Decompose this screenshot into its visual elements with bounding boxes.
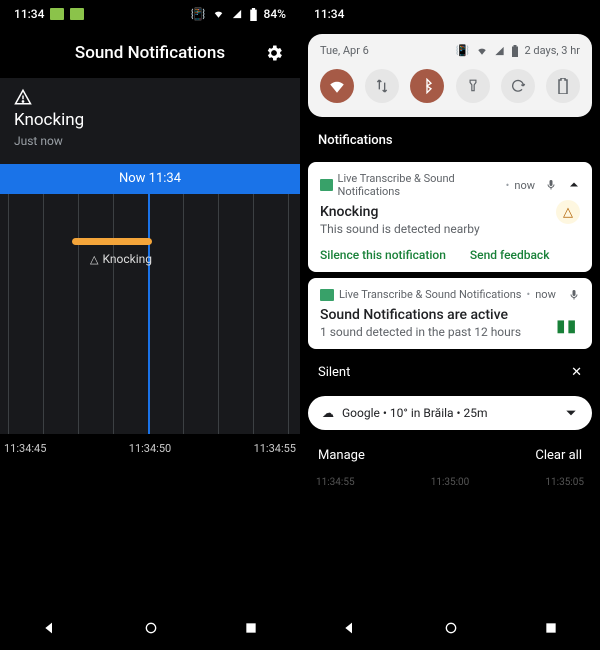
status-bar: 11:34 (300, 0, 600, 28)
phone-left: 11:34 📳 84% Sound Notifications K (0, 0, 300, 650)
event-time: Just now (14, 134, 286, 148)
status-clock: 11:34 (314, 7, 344, 21)
alert-icon (14, 88, 286, 106)
notif-time: now (514, 179, 535, 192)
notif-title: Sound Notifications are active (320, 307, 580, 323)
action-silence[interactable]: Silence this notification (320, 248, 446, 262)
collapse-icon[interactable] (568, 179, 580, 191)
battery-percent: 84% (264, 7, 286, 21)
expand-icon[interactable] (564, 406, 578, 420)
qs-tile-data[interactable] (365, 69, 399, 103)
app-icon (320, 179, 333, 191)
notification-card[interactable]: Live Transcribe & Sound Notifications • … (308, 278, 592, 349)
silent-section: Silent ✕ (300, 355, 600, 390)
nav-home-button[interactable] (443, 620, 459, 636)
nav-recent-button[interactable] (544, 621, 558, 635)
qs-date: Tue, Apr 6 (320, 44, 369, 57)
clear-all-button[interactable]: Clear all (535, 448, 582, 463)
timeline[interactable]: △Knocking (0, 194, 300, 434)
app-icon (320, 289, 334, 301)
transcribe-icon (50, 8, 64, 20)
settings-button[interactable] (264, 43, 284, 63)
nav-bar (0, 606, 300, 650)
action-feedback[interactable]: Send feedback (470, 248, 550, 262)
notif-app-name: Live Transcribe & Sound Notifications (338, 172, 501, 198)
notif-time: now (535, 288, 556, 301)
qs-tile-battery-saver[interactable] (546, 69, 580, 103)
background-axis: 11:34:55 11:35:00 11:35:05 (300, 475, 600, 490)
now-marker[interactable]: Now 11:34 (0, 164, 300, 194)
manage-button[interactable]: Manage (318, 448, 365, 463)
google-weather-card[interactable]: ☁ Google • 10° in Brăila • 25m (308, 396, 592, 430)
page-title: Sound Notifications (75, 43, 225, 63)
qs-tile-flashlight[interactable] (456, 69, 490, 103)
notif-body: This sound is detected nearby (320, 222, 580, 236)
qs-tile-autorotate[interactable] (501, 69, 535, 103)
close-icon[interactable]: ✕ (571, 365, 582, 380)
vibrate-icon: 📳 (456, 44, 470, 57)
axis-tick: 11:34:45 (4, 442, 46, 455)
wifi-icon (212, 9, 225, 19)
qs-tile-bluetooth[interactable] (410, 69, 444, 103)
cloud-icon: ☁ (322, 406, 334, 420)
mic-icon (568, 289, 580, 301)
google-card-text: Google • 10° in Brăila • 25m (342, 406, 488, 420)
vibrate-icon: 📳 (191, 7, 206, 21)
status-clock: 11:34 (14, 7, 44, 21)
notif-app-name: Live Transcribe & Sound Notifications (339, 288, 522, 301)
notification-shade[interactable]: 11:34 Tue, Apr 6 📳 2 days, 3 hr (300, 0, 600, 606)
event-bar-label: △Knocking (90, 252, 152, 266)
qs-tile-wifi[interactable] (320, 69, 354, 103)
app-header: Sound Notifications (0, 28, 300, 78)
mic-icon (545, 179, 557, 191)
phone-right: 11:34 Tue, Apr 6 📳 2 days, 3 hr (300, 0, 600, 650)
event-name: Knocking (14, 110, 286, 130)
nav-bar (300, 606, 600, 650)
qs-battery-text: 2 days, 3 hr (525, 44, 581, 57)
axis-tick: 11:34:50 (129, 442, 171, 455)
wifi-icon (476, 46, 488, 56)
status-bar: 11:34 📳 84% (0, 0, 300, 28)
notifications-header: Notifications (300, 125, 600, 156)
nav-home-button[interactable] (143, 620, 159, 636)
notif-body: 1 sound detected in the past 12 hours (320, 325, 580, 339)
axis-tick: 11:34:55 (254, 442, 296, 455)
notification-card[interactable]: Live Transcribe & Sound Notifications • … (308, 162, 592, 272)
alert-icon: △ (556, 200, 580, 224)
nav-back-button[interactable] (342, 620, 358, 636)
battery-icon (511, 45, 519, 57)
notif-title: Knocking (320, 204, 580, 220)
alert-icon: △ (90, 253, 98, 266)
pause-icon[interactable]: ▮▮ (556, 316, 578, 335)
event-bar (72, 238, 152, 245)
detected-event[interactable]: Knocking Just now (0, 78, 300, 164)
timeline-axis: 11:34:45 11:34:50 11:34:55 (0, 434, 300, 455)
signal-icon (494, 46, 505, 56)
signal-icon (231, 9, 243, 19)
silent-label: Silent (318, 365, 350, 380)
nav-recent-button[interactable] (244, 621, 258, 635)
transcribe-icon (70, 8, 84, 20)
quick-settings-panel: Tue, Apr 6 📳 2 days, 3 hr (308, 34, 592, 117)
nav-back-button[interactable] (42, 620, 58, 636)
battery-icon (249, 8, 258, 21)
